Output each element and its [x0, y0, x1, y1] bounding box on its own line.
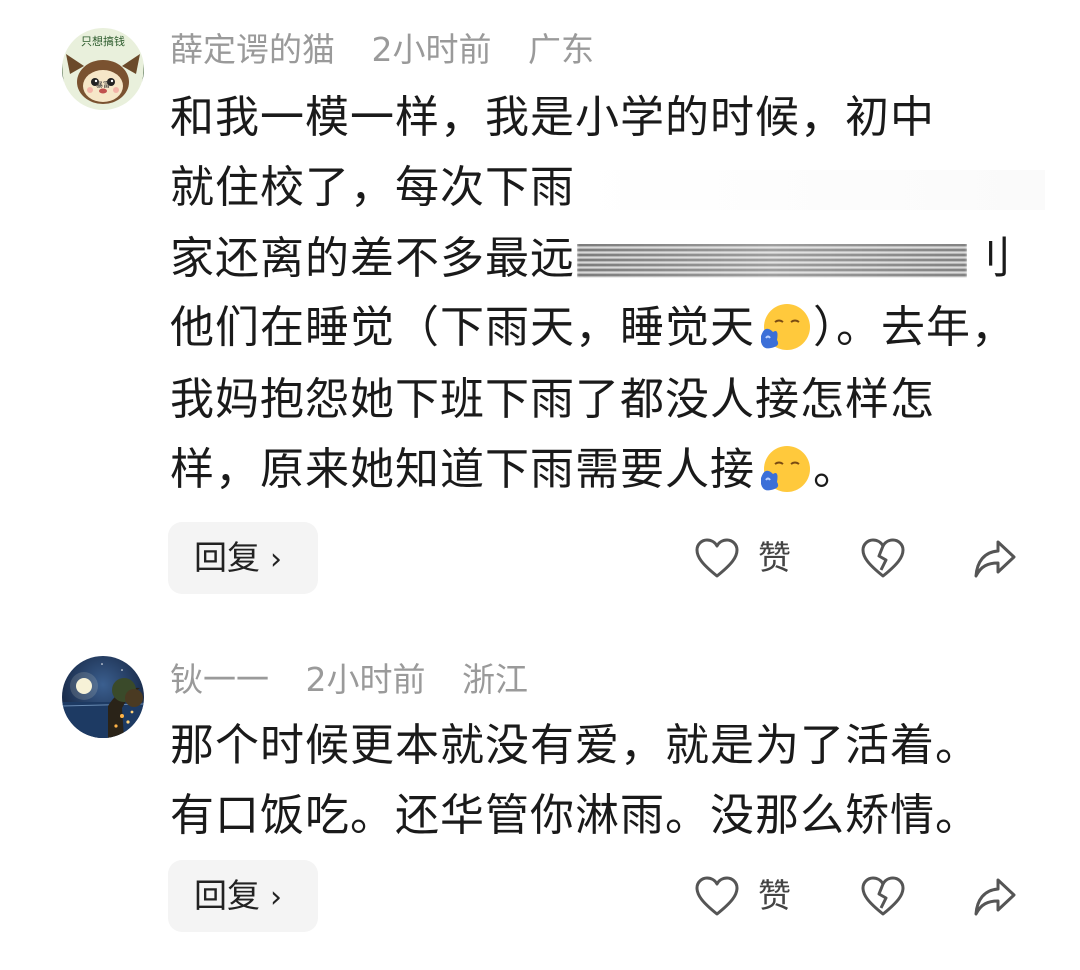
location: 广东 [528, 30, 594, 69]
comment-text: 和我一模一样，我是小学的时候，初中 [170, 92, 935, 143]
comment-meta: 钬一一 2小时前 浙江 [170, 660, 554, 700]
reply-label: 回复 [194, 876, 260, 915]
heart-outline-icon[interactable] [694, 874, 740, 920]
sleepy-face-emoji-icon [761, 446, 810, 492]
redacted-area [575, 170, 1045, 210]
location: 浙江 [462, 660, 528, 699]
timestamp: 2小时前 [305, 660, 426, 699]
reply-label: 回复 [194, 538, 260, 577]
broken-heart-icon[interactable] [860, 536, 906, 582]
username[interactable]: 钬一一 [170, 660, 269, 699]
comment-text: 我妈抱怨她下班下雨了都没人接怎样怎 [170, 374, 935, 425]
share-arrow-icon[interactable] [972, 874, 1018, 920]
comment-text-line: 那个时候更本就没有爱，就是为了活着。 [170, 720, 980, 772]
comment-text: 他们在睡觉（下雨天，睡觉天 [170, 302, 755, 353]
comment-text-line: 家还离的差不多最远 刂 [170, 233, 1012, 285]
like-label[interactable]: 赞 [758, 876, 791, 916]
comment-text: ）。去年， [813, 302, 1016, 353]
avatar-illustration: 只想搞钱 暴富 [62, 28, 144, 110]
comment-item: 只想搞钱 暴富 薛定谔的猫 2小时前 广东 和我一模一样，我是小学的时候，初中 … [0, 0, 1080, 620]
share-arrow-icon[interactable] [972, 536, 1018, 582]
comment-text-line: 他们在睡觉（下雨天，睡觉天 ）。去年， [170, 302, 1016, 354]
comment-text-line: 有口饭吃。还华管你淋雨。没那么矫情。 [170, 790, 980, 842]
avatar[interactable] [62, 656, 144, 738]
comment-text-fragment: 刂 [967, 233, 1012, 284]
chevron-right-icon: › [270, 542, 282, 577]
avatar-illustration [62, 656, 144, 738]
comment-text: 。 [813, 444, 858, 495]
reply-button[interactable]: 回复 › [168, 860, 318, 932]
comment-meta: 薛定谔的猫 2小时前 广东 [170, 30, 620, 70]
redacted-blur [577, 244, 967, 278]
comment-text: 就住校了，每次下雨 [170, 162, 575, 213]
comment-text: 家还离的差不多最远 [170, 233, 575, 284]
comment-text-line: 就住校了，每次下雨 [170, 162, 1045, 214]
avatar[interactable]: 只想搞钱 暴富 [62, 28, 144, 110]
like-label[interactable]: 赞 [758, 538, 791, 578]
broken-heart-icon[interactable] [860, 874, 906, 920]
username[interactable]: 薛定谔的猫 [170, 30, 335, 69]
comment-text-line: 我妈抱怨她下班下雨了都没人接怎样怎 [170, 374, 935, 426]
comment-text: 有口饭吃。还华管你淋雨。没那么矫情。 [170, 790, 980, 841]
comment-item: 钬一一 2小时前 浙江 那个时候更本就没有爱，就是为了活着。 有口饭吃。还华管你… [0, 620, 1080, 970]
comment-text-line: 样，原来她知道下雨需要人接 。 [170, 444, 858, 496]
avatar-face-text: 暴富 [96, 80, 110, 89]
comment-text-line: 和我一模一样，我是小学的时候，初中 [170, 92, 935, 144]
sleepy-face-emoji-icon [761, 304, 810, 350]
avatar-text: 只想搞钱 [81, 34, 125, 48]
reply-button[interactable]: 回复 › [168, 522, 318, 594]
chevron-right-icon: › [270, 880, 282, 915]
comment-text: 样，原来她知道下雨需要人接 [170, 444, 755, 495]
timestamp: 2小时前 [371, 30, 492, 69]
comment-text: 那个时候更本就没有爱，就是为了活着。 [170, 720, 980, 771]
heart-outline-icon[interactable] [694, 536, 740, 582]
